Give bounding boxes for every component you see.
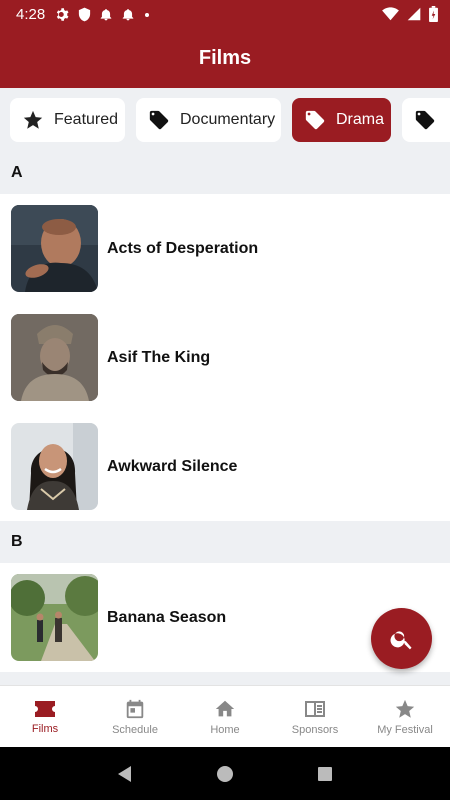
film-list[interactable]: A Acts of Desperation Asif The King Awkw…	[0, 152, 450, 685]
star-icon	[23, 110, 43, 129]
battery-icon	[429, 6, 438, 22]
nav-label: My Festival	[377, 723, 433, 736]
status-system-icons	[382, 6, 438, 22]
chip-documentary[interactable]: Documentary	[136, 98, 281, 142]
chip-label: Documentary	[180, 111, 276, 128]
chip-label: Featured	[54, 111, 119, 128]
tag-icon	[305, 110, 325, 130]
sponsors-icon	[305, 700, 325, 717]
app-bar: Films	[0, 28, 450, 88]
nav-films[interactable]: Films	[0, 686, 90, 747]
status-bar: 4:28	[0, 0, 450, 28]
film-row-asif-the-king[interactable]: Asif The King	[0, 303, 450, 412]
nav-label: Schedule	[112, 723, 158, 736]
bell-icon	[122, 8, 134, 20]
dot-icon	[145, 12, 150, 17]
star-icon	[395, 699, 415, 718]
back-icon[interactable]	[116, 765, 134, 783]
nav-sponsors[interactable]: Sponsors	[270, 686, 360, 747]
chip-drama[interactable]: Drama	[292, 98, 391, 142]
film-title: Banana Season	[107, 608, 227, 626]
tag-icon	[415, 110, 435, 130]
film-thumbnail	[11, 423, 98, 510]
shield-icon	[79, 7, 91, 21]
nav-schedule[interactable]: Schedule	[90, 686, 180, 747]
section-header: A	[0, 152, 450, 194]
cellular-icon	[407, 7, 421, 21]
film-thumbnail	[11, 574, 98, 661]
bottom-navigation: Films Schedule Home Sponsors My Festival	[0, 685, 450, 747]
wifi-icon	[382, 7, 399, 21]
chip-label: Drama	[336, 111, 385, 128]
bell-icon	[100, 8, 112, 20]
nav-my-festival[interactable]: My Festival	[360, 686, 450, 747]
home-circle-icon[interactable]	[216, 765, 234, 783]
film-row-acts-of-desperation[interactable]: Acts of Desperation	[0, 194, 450, 303]
status-notification-icons	[55, 7, 151, 22]
film-title: Asif The King	[107, 348, 211, 366]
search-button[interactable]	[371, 608, 432, 669]
film-row-awkward-silence[interactable]: Awkward Silence	[0, 412, 450, 521]
calendar-icon	[126, 699, 144, 718]
chip-featured[interactable]: Featured	[10, 98, 125, 142]
page-title: Films	[198, 46, 252, 69]
home-icon	[215, 700, 235, 716]
search-icon	[390, 630, 412, 649]
ticket-icon	[35, 700, 55, 717]
film-title: Awkward Silence	[107, 457, 238, 475]
section-header: B	[0, 521, 450, 563]
settings-icon	[57, 7, 69, 21]
film-thumbnail	[11, 205, 98, 292]
film-title: Acts of Desperation	[107, 239, 259, 257]
nav-label: Home	[210, 723, 240, 736]
recents-icon[interactable]	[316, 765, 334, 783]
chip-partial[interactable]	[402, 98, 450, 142]
nav-label: Films	[31, 722, 59, 735]
category-chip-row[interactable]: Featured Documentary Drama	[0, 88, 450, 152]
nav-home[interactable]: Home	[180, 686, 270, 747]
nav-label: Sponsors	[291, 723, 339, 736]
film-thumbnail	[11, 314, 98, 401]
status-time: 4:28	[16, 5, 46, 23]
tag-icon	[149, 110, 169, 130]
system-navigation-bar	[0, 747, 450, 800]
